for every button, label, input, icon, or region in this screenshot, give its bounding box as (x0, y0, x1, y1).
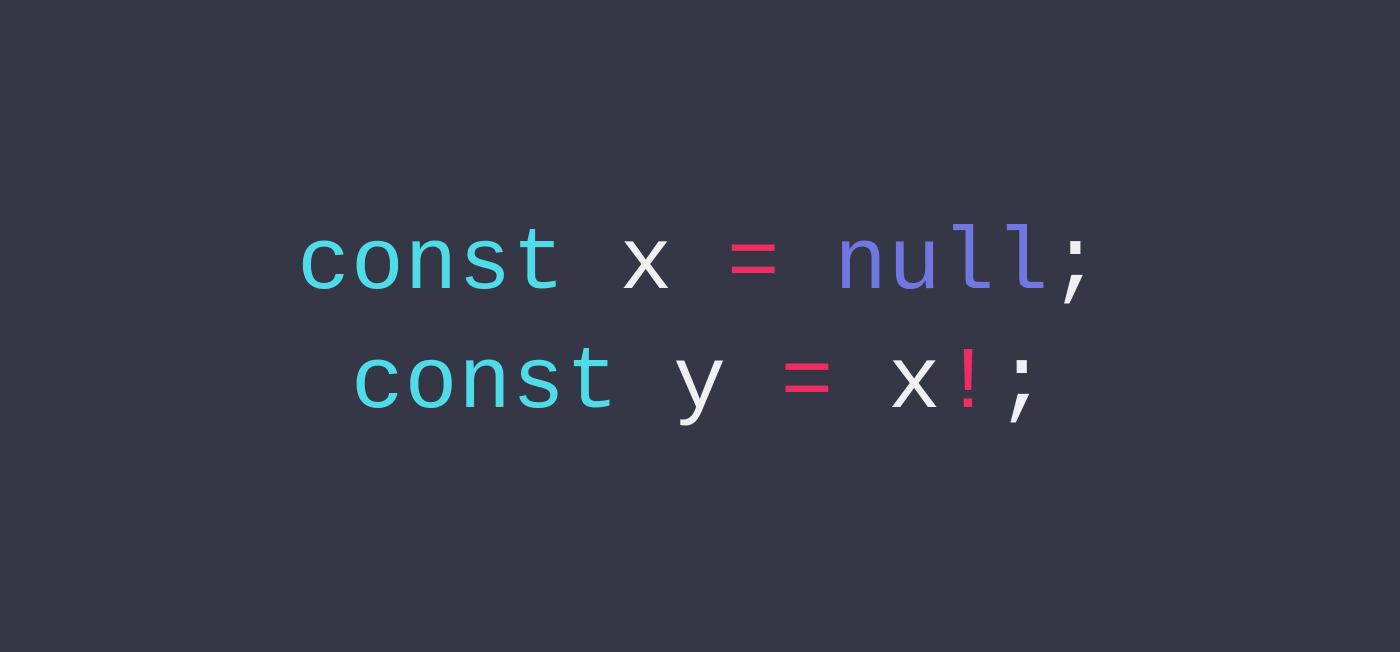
space (619, 335, 673, 434)
space (673, 216, 727, 315)
keyword-null: null (834, 216, 1049, 315)
operator-equals: = (781, 335, 835, 434)
identifier-y: y (673, 335, 727, 434)
space (834, 335, 888, 434)
identifier-x: x (619, 216, 673, 315)
space (781, 216, 835, 315)
code-line-1: const x = null; (297, 207, 1102, 326)
semicolon: ; (995, 335, 1049, 434)
semicolon: ; (1049, 216, 1103, 315)
space (727, 335, 781, 434)
non-null-assertion: ! (942, 335, 996, 434)
identifier-x-ref: x (888, 335, 942, 434)
code-snippet: const x = null; const y = x!; (297, 207, 1102, 445)
keyword-const: const (351, 335, 619, 434)
operator-equals: = (727, 216, 781, 315)
space (566, 216, 620, 315)
keyword-const: const (297, 216, 565, 315)
code-line-2: const y = x!; (297, 326, 1102, 445)
